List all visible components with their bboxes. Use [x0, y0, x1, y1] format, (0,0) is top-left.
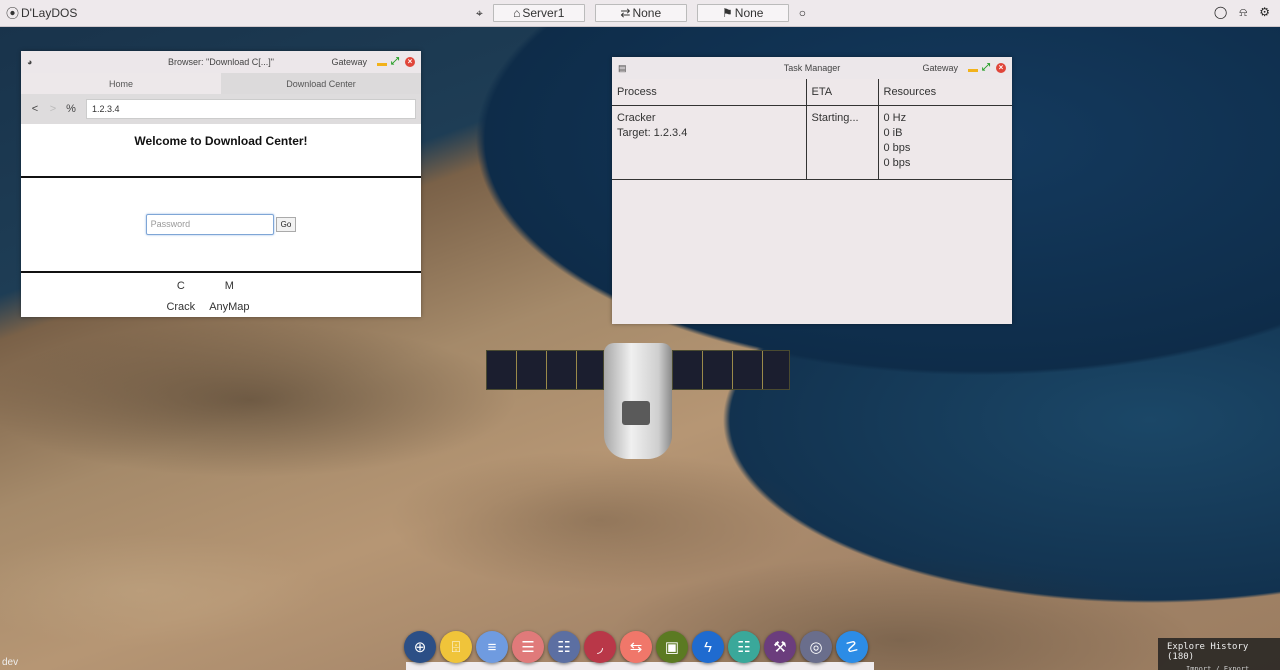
process-cell: Cracker Target: 1.2.3.4: [612, 105, 807, 180]
connection-button-label: None: [632, 6, 662, 20]
dock-podcast-icon[interactable]: ◎: [800, 631, 832, 663]
gears-icon[interactable]: ⚙: [1259, 6, 1270, 18]
circle-icon[interactable]: ○: [799, 7, 806, 19]
download-crack[interactable]: C Crack: [166, 280, 195, 313]
bell-icon[interactable]: ⍾: [1239, 6, 1247, 18]
minimize-button[interactable]: [968, 63, 978, 73]
dock-database-icon[interactable]: ☷: [548, 631, 580, 663]
percent-button[interactable]: %: [62, 103, 80, 115]
dock-logs-icon[interactable]: ☰: [512, 631, 544, 663]
taskmgr-titlebar[interactable]: ▤ Task Manager Gateway ⤢ ×: [612, 57, 1012, 79]
dock-shelf: [406, 662, 874, 670]
brand-label: D'LayDOS: [21, 6, 78, 20]
globe-icon: ◕: [27, 56, 33, 67]
home-icon: ⌂: [513, 6, 521, 20]
task-manager-window: ▤ Task Manager Gateway ⤢ × Process ETA R…: [612, 57, 1012, 324]
table-row[interactable]: Cracker Target: 1.2.3.4 Starting... 0 Hz…: [612, 105, 1012, 180]
dock: ⊕ ⌹ ≡ ☰ ☷ ◞ ⇆ ▣ ϟ ☷ ⚒ ◎ ☡: [404, 631, 868, 663]
download-list: C Crack M AnyMap: [0, 273, 421, 313]
server-button-label: Server1: [522, 6, 565, 20]
anymap-label: AnyMap: [209, 301, 250, 313]
close-button[interactable]: ×: [405, 57, 415, 67]
dock-notes-icon[interactable]: ≡: [476, 631, 508, 663]
exchange-icon: ⇄: [620, 6, 631, 20]
resource-cpu: 0 Hz: [883, 111, 907, 124]
close-button[interactable]: ×: [996, 63, 1006, 73]
col-resources: Resources: [878, 79, 1012, 106]
go-button[interactable]: Go: [275, 217, 297, 232]
maximize-button[interactable]: ⤢: [982, 63, 992, 73]
crack-icon: C: [176, 280, 185, 292]
dock-browser-icon[interactable]: ⊕: [404, 631, 436, 663]
import-export-link[interactable]: Import / Export: [1158, 662, 1280, 670]
page-heading: Welcome to Download Center!: [21, 124, 421, 178]
chat-icon[interactable]: ◯: [1214, 6, 1227, 18]
browser-window: ◕ Browser: "Download C[...]" Gateway ⤢ ×…: [21, 51, 421, 317]
download-anymap[interactable]: M AnyMap: [209, 280, 249, 313]
resources-cell: 0 Hz 0 iB 0 bps 0 bps: [878, 105, 1012, 180]
back-button[interactable]: <: [26, 103, 44, 115]
resource-upload: 0 bps: [883, 156, 911, 169]
crosshair-icon[interactable]: ⌖: [476, 7, 483, 19]
solar-panel-left: [486, 350, 604, 390]
password-form: Password Go: [21, 178, 421, 273]
browser-tabs: Home Download Center: [21, 73, 421, 94]
explore-history-title: Explore History (180): [1167, 642, 1249, 662]
top-bar: ⦿ D'LayDOS ⌖ ⌂ Server1 ⇄ None ⚑ None ○ ◯…: [0, 0, 1280, 27]
dock-finance-icon[interactable]: ▣: [656, 631, 688, 663]
process-name: Cracker: [617, 111, 656, 124]
os-logo-icon: ⦿: [6, 5, 20, 21]
col-eta: ETA: [806, 79, 879, 106]
process-table: Process ETA Resources Cracker Target: 1.…: [612, 79, 1012, 180]
dock-network-icon[interactable]: ◞: [584, 631, 616, 663]
server-button[interactable]: ⌂ Server1: [492, 4, 585, 22]
tab-download-center[interactable]: Download Center: [221, 73, 421, 94]
flag-button-label: None: [734, 6, 764, 20]
dock-transfer-icon[interactable]: ⇆: [620, 631, 652, 663]
maximize-button[interactable]: ⤢: [391, 57, 401, 67]
dock-tools-icon[interactable]: ⚒: [764, 631, 796, 663]
flag-button[interactable]: ⚑ None: [696, 4, 789, 22]
table-icon: ▤: [618, 62, 627, 73]
connection-button[interactable]: ⇄ None: [594, 4, 687, 22]
anymap-icon: M: [224, 280, 234, 292]
explore-history-panel[interactable]: Explore History (180) Import / Export: [1158, 638, 1280, 670]
brand[interactable]: ⦿ D'LayDOS: [0, 6, 77, 20]
browser-owner: Gateway: [331, 57, 367, 67]
address-bar[interactable]: 1.2.3.4: [86, 99, 416, 119]
col-process: Process: [612, 79, 807, 106]
forward-button[interactable]: >: [44, 103, 62, 115]
dock-power-icon[interactable]: ϟ: [692, 631, 724, 663]
resource-memory: 0 iB: [883, 126, 903, 139]
eta-cell: Starting...: [806, 105, 879, 180]
dock-bug-icon[interactable]: ☡: [836, 631, 868, 663]
password-input[interactable]: Password: [145, 214, 274, 235]
flag-icon: ⚑: [722, 6, 733, 20]
browser-titlebar[interactable]: ◕ Browser: "Download C[...]" Gateway ⤢ ×: [21, 51, 421, 73]
browser-nav: < > % 1.2.3.4: [21, 94, 421, 124]
process-target: Target: 1.2.3.4: [617, 126, 688, 139]
capsule: [604, 343, 672, 459]
resource-download: 0 bps: [883, 141, 911, 154]
minimize-button[interactable]: [377, 57, 387, 67]
solar-panel-right: [672, 350, 790, 390]
satellite-image: [486, 343, 790, 459]
taskmgr-owner: Gateway: [922, 63, 958, 73]
dock-settings-sliders-icon[interactable]: ☷: [728, 631, 760, 663]
env-label: dev: [2, 657, 19, 668]
dock-files-icon[interactable]: ⌹: [440, 631, 472, 663]
crack-label: Crack: [166, 301, 196, 313]
tab-home[interactable]: Home: [21, 73, 221, 94]
